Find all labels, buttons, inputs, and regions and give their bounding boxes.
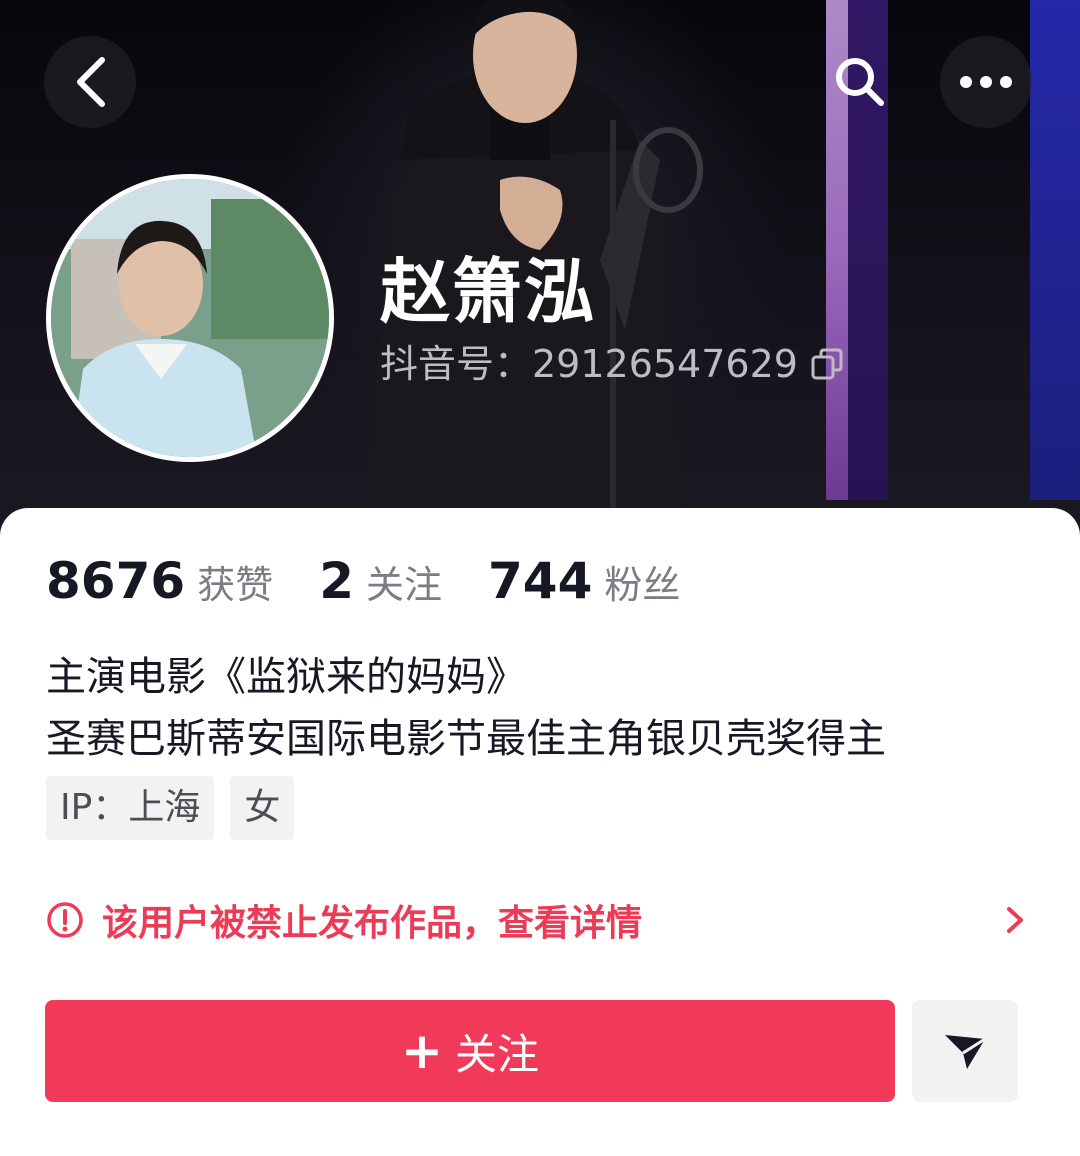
stat-following-value: 2 (319, 552, 354, 610)
back-button[interactable] (44, 36, 136, 128)
tag-gender: 女 (230, 776, 295, 840)
avatar[interactable] (46, 174, 334, 462)
follow-button-label: 关注 (454, 1029, 539, 1079)
stat-followers-label: 粉丝 (604, 563, 681, 607)
search-icon (836, 58, 884, 106)
more-dots-icon (960, 76, 1012, 88)
stat-following-label: 关注 (365, 563, 442, 607)
alert-circle-icon (47, 902, 83, 938)
profile-info-card: 8676 获赞 2 关注 744 粉丝 主演电影《监狱来的妈妈》 圣赛巴斯蒂安国… (0, 508, 1080, 1156)
profile-stats: 8676 获赞 2 关注 744 粉丝 (46, 552, 726, 610)
search-button[interactable] (814, 36, 906, 128)
chevron-right-icon (1007, 907, 1023, 933)
more-button[interactable] (940, 36, 1032, 128)
plus-icon: + (401, 1022, 443, 1080)
stat-following[interactable]: 2 关注 (319, 552, 442, 610)
stage-light (1030, 0, 1080, 500)
stat-followers-value: 744 (488, 552, 593, 610)
back-arrow-icon (77, 57, 105, 107)
avatar-image (51, 179, 329, 457)
profile-page: 赵箫泓 抖音号：29126547629 8676 获赞 2 关注 744 粉丝 (0, 0, 1080, 1156)
douyin-id-text: 抖音号：29126547629 (380, 342, 798, 386)
tag-ip-location: IP：上海 (46, 776, 215, 840)
stat-likes[interactable]: 8676 获赞 (46, 552, 273, 610)
profile-cover: 赵箫泓 抖音号：29126547629 (0, 0, 1080, 560)
bio-line-2: 圣赛巴斯蒂安国际电影节最佳主角银贝壳奖得主 (46, 716, 886, 762)
stat-likes-label: 获赞 (197, 563, 274, 607)
copy-icon[interactable] (810, 347, 844, 381)
send-icon (945, 1035, 986, 1069)
bio-line-1: 主演电影《监狱来的妈妈》 (46, 654, 526, 700)
ban-notice[interactable]: 该用户被禁止发布作品，查看详情 (46, 892, 1030, 948)
stat-likes-value: 8676 (46, 552, 186, 610)
follow-button[interactable]: + 关注 (45, 1000, 895, 1102)
profile-tags: IP：上海 女 (46, 776, 310, 840)
stat-followers[interactable]: 744 粉丝 (488, 552, 680, 610)
share-button[interactable] (912, 1000, 1018, 1102)
douyin-id[interactable]: 抖音号：29126547629 (380, 340, 844, 388)
display-name: 赵箫泓 (380, 251, 596, 333)
ban-notice-text: 该用户被禁止发布作品，查看详情 (102, 903, 643, 944)
profile-bio: 主演电影《监狱来的妈妈》 圣赛巴斯蒂安国际电影节最佳主角银贝壳奖得主 (46, 646, 1036, 770)
